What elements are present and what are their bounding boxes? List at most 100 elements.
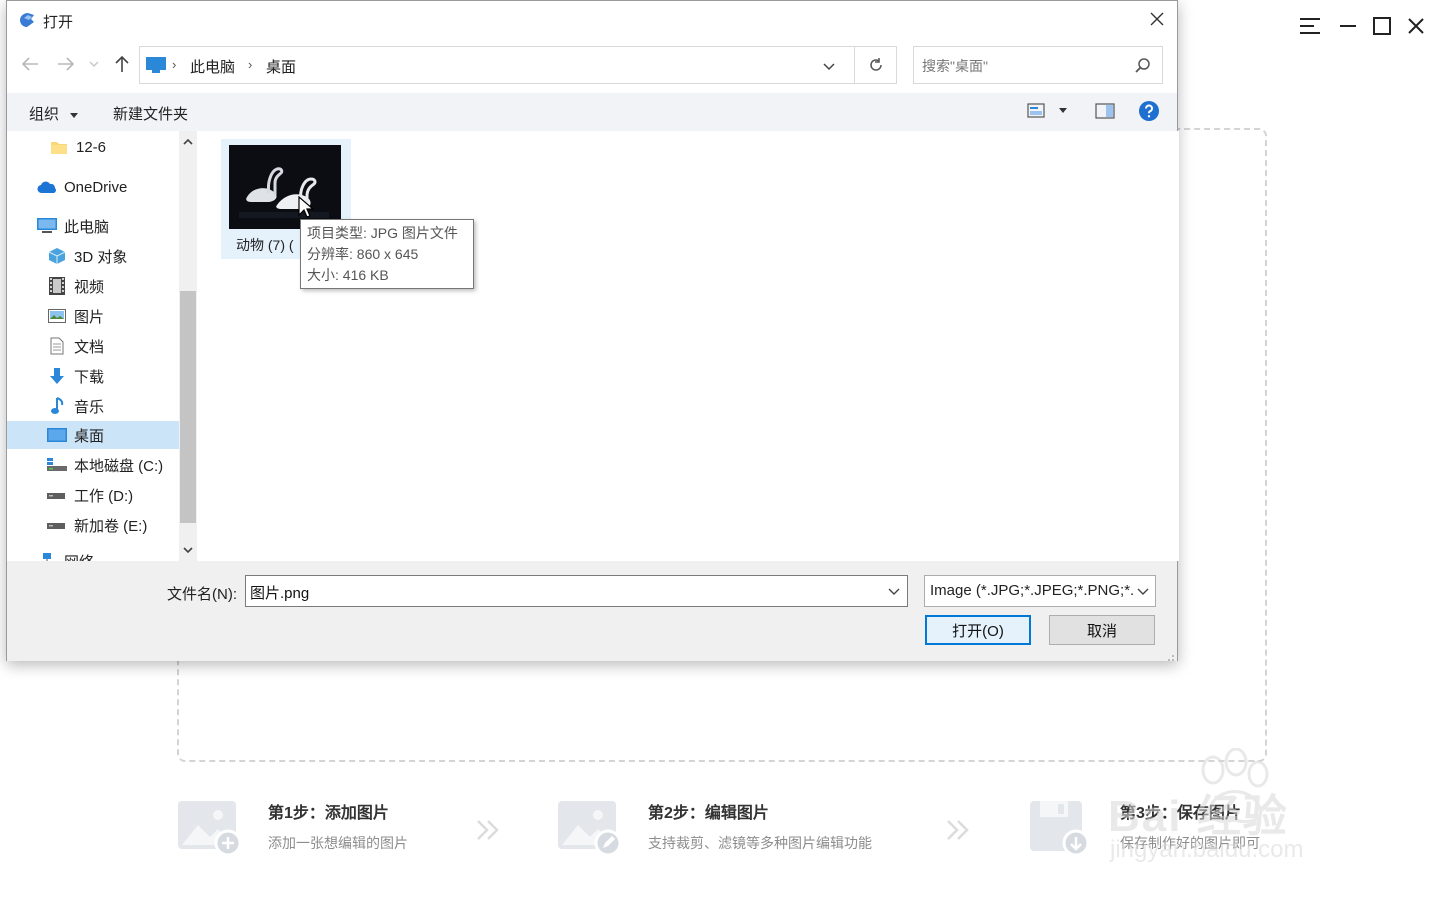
filename-combobox[interactable]: [245, 575, 908, 607]
sidebar-item-this-pc[interactable]: 此电脑: [7, 212, 179, 240]
sidebar-scrollbar[interactable]: [179, 131, 197, 561]
organize-menu[interactable]: 组织: [29, 103, 79, 124]
image-edit-icon: [558, 797, 624, 857]
maximize-icon[interactable]: [1368, 12, 1396, 40]
music-icon: [47, 397, 67, 415]
refresh-icon[interactable]: [855, 46, 897, 84]
open-button[interactable]: 打开(O): [925, 615, 1031, 645]
step-2-title: 第2步：编辑图片: [648, 805, 769, 822]
sidebar-item-drive-c[interactable]: 本地磁盘 (C:): [7, 451, 179, 479]
sidebar-item-label: 此电脑: [64, 218, 110, 236]
sidebar-item-label: 文档: [74, 338, 105, 356]
double-chevron-icon: [474, 816, 502, 844]
desktop-icon: [47, 426, 67, 444]
up-arrow-icon[interactable]: [111, 53, 133, 75]
filename-label: 文件名(N):: [167, 586, 237, 603]
mouse-cursor-icon: [298, 195, 315, 220]
view-options-icon[interactable]: [1027, 102, 1071, 125]
file-thumbnail: [229, 145, 341, 229]
download-icon: [47, 367, 67, 385]
step-1-title: 第1步：添加图片: [268, 805, 389, 822]
filetype-select[interactable]: Image (*.JPG;*.JPEG;*.PNG;*.I: [924, 575, 1156, 607]
forward-arrow-icon[interactable]: [55, 53, 77, 75]
new-folder-button[interactable]: 新建文件夹: [113, 103, 188, 124]
sidebar-item-videos[interactable]: 视频: [7, 272, 179, 300]
tooltip-resolution: 分辨率: 860 x 645: [307, 246, 419, 262]
drive-icon: [47, 516, 67, 534]
search-icon[interactable]: [1134, 57, 1152, 75]
scroll-down-icon[interactable]: [182, 545, 194, 557]
sidebar-item-label: 本地磁盘 (C:): [74, 457, 164, 475]
minimize-icon[interactable]: [1334, 12, 1362, 40]
save-icon: [1030, 797, 1096, 857]
resize-grip-icon[interactable]: [1165, 649, 1175, 661]
sidebar-item-music[interactable]: 音乐: [7, 392, 179, 420]
breadcrumb-separator-icon: ›: [248, 57, 253, 72]
sidebar-item-label: 下载: [74, 368, 105, 386]
this-pc-icon: [146, 57, 166, 73]
document-icon: [47, 337, 67, 355]
dialog-title: 打开: [43, 14, 74, 31]
navigation-bar: › 此电脑 › 桌面: [7, 45, 1177, 85]
search-input[interactable]: [922, 55, 1122, 77]
watermark-brand: Bai 经验: [1108, 792, 1289, 841]
filename-input[interactable]: [250, 581, 870, 603]
sidebar-item-label: OneDrive: [64, 178, 128, 196]
help-icon[interactable]: [1139, 101, 1159, 126]
sidebar-item-downloads[interactable]: 下载: [7, 362, 179, 390]
address-bar[interactable]: › 此电脑 › 桌面: [139, 46, 855, 84]
step-1-desc: 添加一张想编辑的图片: [268, 835, 408, 851]
cube-icon: [47, 247, 67, 265]
sidebar-item-12-6[interactable]: 12-6: [7, 133, 179, 161]
sidebar-item-label: 图片: [74, 308, 105, 326]
breadcrumb-desktop[interactable]: 桌面: [266, 56, 296, 77]
command-toolbar: 组织 新建文件夹: [7, 93, 1177, 131]
recent-locations-chevron-icon[interactable]: [87, 53, 101, 75]
preview-pane-icon[interactable]: [1095, 102, 1115, 125]
double-chevron-icon: [944, 816, 972, 844]
sidebar-item-label: 网络: [64, 551, 94, 562]
sidebar-item-desktop[interactable]: 桌面: [7, 421, 179, 449]
sidebar-item-pictures[interactable]: 图片: [7, 302, 179, 330]
breadcrumb-this-pc[interactable]: 此电脑: [190, 56, 235, 77]
navigation-pane[interactable]: 12-6 OneDrive 此电脑 3D 对象 视频 图片 文档 下载 音乐 桌…: [7, 131, 197, 561]
computer-icon: [37, 217, 57, 235]
app-icon: [18, 11, 36, 29]
address-history-chevron-icon[interactable]: [820, 57, 838, 75]
file-list[interactable]: 动物 (7) (: [203, 131, 1179, 561]
video-icon: [47, 277, 67, 295]
sidebar-item-network[interactable]: 网络: [7, 547, 179, 561]
sidebar-item-label: 桌面: [74, 427, 105, 445]
sidebar-item-label: 工作 (D:): [74, 487, 134, 505]
sidebar-item-drive-e[interactable]: 新加卷 (E:): [7, 511, 179, 539]
dialog-footer: 文件名(N): Image (*.JPG;*.JPEG;*.PNG;*.I 打开…: [7, 561, 1177, 661]
file-name-label: 动物 (7) (: [236, 237, 294, 253]
open-file-dialog: 打开 › 此电脑 › 桌面 搜索"桌面" 组织 新建文件夹 12-6 OneDr…: [6, 0, 1179, 661]
sidebar-item-onedrive[interactable]: OneDrive: [7, 173, 179, 201]
scroll-up-icon[interactable]: [182, 137, 194, 149]
dialog-close-icon[interactable]: [1145, 7, 1169, 31]
sidebar-item-documents[interactable]: 文档: [7, 332, 179, 360]
search-box[interactable]: [913, 46, 1163, 84]
menu-icon[interactable]: [1296, 12, 1324, 40]
watermark-url: jingyan.baidu.com: [1110, 836, 1304, 863]
step-2: 第2步：编辑图片 支持裁剪、滤镜等多种图片编辑功能: [558, 795, 918, 857]
file-tooltip: 项目类型: JPG 图片文件 分辨率: 860 x 645 大小: 416 KB: [300, 219, 474, 289]
back-arrow-icon[interactable]: [19, 53, 41, 75]
cloud-icon: [37, 178, 57, 196]
sidebar-scroll-thumb[interactable]: [180, 291, 196, 523]
cancel-button[interactable]: 取消: [1049, 615, 1155, 645]
network-icon: [37, 552, 57, 561]
sidebar-item-label: 12-6: [76, 138, 107, 156]
filename-dropdown-icon[interactable]: [887, 584, 901, 598]
baidu-watermark: Bai 经验 jingyan.baidu.com: [1108, 748, 1370, 866]
organize-label: 组织: [29, 106, 60, 123]
step-1: 第1步：添加图片 添加一张想编辑的图片: [178, 795, 458, 857]
step-2-desc: 支持裁剪、滤镜等多种图片编辑功能: [648, 835, 872, 851]
filetype-value: Image (*.JPG;*.JPEG;*.PNG;*.I: [930, 582, 1135, 599]
sidebar-item-3d-objects[interactable]: 3D 对象: [7, 242, 179, 270]
sidebar-item-drive-d[interactable]: 工作 (D:): [7, 481, 179, 509]
dialog-titlebar[interactable]: 打开: [7, 1, 1177, 39]
filetype-dropdown-icon: [1136, 584, 1150, 598]
close-icon[interactable]: [1402, 12, 1430, 40]
